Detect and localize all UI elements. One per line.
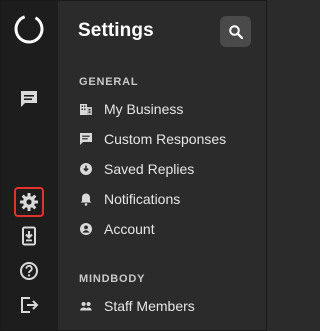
help-icon[interactable] xyxy=(15,257,43,285)
icon-rail xyxy=(1,1,58,330)
messages-icon[interactable] xyxy=(15,85,43,113)
menu-item-label: Staff Members xyxy=(104,298,195,314)
menu-item-label: Notifications xyxy=(104,191,181,207)
people-icon xyxy=(79,299,93,313)
menu-item-notifications[interactable]: Notifications xyxy=(79,188,262,210)
search-button[interactable] xyxy=(220,16,251,47)
page-title: Settings xyxy=(78,20,154,41)
search-icon xyxy=(228,24,243,39)
menu-item-my-business[interactable]: My Business xyxy=(79,98,262,120)
settings-panel: Settings GENERAL My Business Custom Resp… xyxy=(58,1,266,330)
menu-item-custom-responses[interactable]: Custom Responses xyxy=(79,128,262,150)
app-window: Settings GENERAL My Business Custom Resp… xyxy=(0,0,267,331)
logo-icon[interactable] xyxy=(12,12,46,46)
saved-replies-icon xyxy=(79,162,93,176)
account-icon xyxy=(79,222,93,236)
menu-item-saved-replies[interactable]: Saved Replies xyxy=(79,158,262,180)
menu-item-label: My Business xyxy=(104,101,184,117)
menu-item-label: Saved Replies xyxy=(104,161,195,177)
business-icon xyxy=(79,102,93,116)
menu-item-label: Account xyxy=(104,221,155,237)
menu-item-staff-members[interactable]: Staff Members xyxy=(79,295,262,317)
logout-icon[interactable] xyxy=(15,291,43,319)
settings-icon[interactable] xyxy=(14,187,44,217)
chat-bubble-icon xyxy=(79,132,93,146)
menu-item-label: Custom Responses xyxy=(104,131,227,147)
menu-item-account[interactable]: Account xyxy=(79,218,262,240)
bell-icon xyxy=(79,192,93,206)
section-header-mindbody: MINDBODY xyxy=(79,273,146,285)
section-header-general: GENERAL xyxy=(79,76,139,88)
download-app-icon[interactable] xyxy=(15,222,43,250)
